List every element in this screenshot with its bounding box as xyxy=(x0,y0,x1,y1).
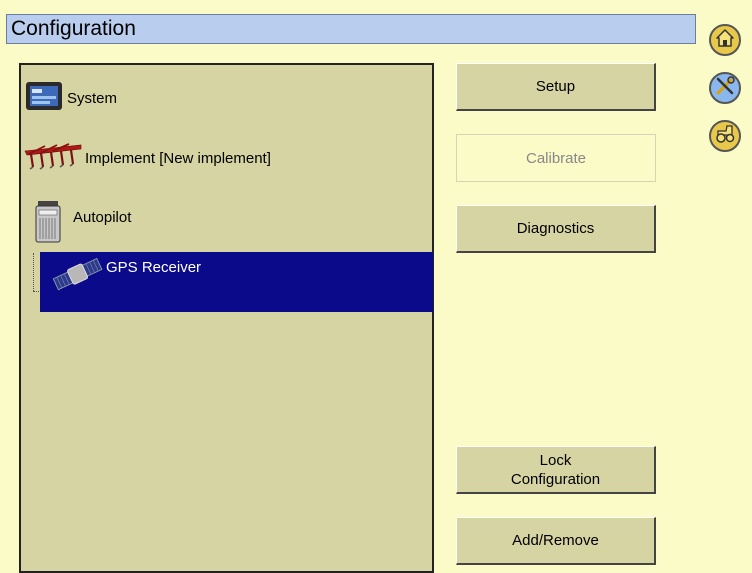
tools-button[interactable] xyxy=(709,72,741,104)
home-icon xyxy=(714,27,736,54)
cultivator-icon xyxy=(21,141,85,175)
diagnostics-button[interactable]: Diagnostics xyxy=(456,205,656,253)
tree-item-implement[interactable]: Implement [New implement] xyxy=(21,143,271,173)
tractor-icon xyxy=(714,123,736,150)
home-button[interactable] xyxy=(709,24,741,56)
tools-icon xyxy=(714,75,736,102)
tree-item-gps-receiver[interactable]: GPS Receiver xyxy=(40,252,433,312)
tree-item-system[interactable]: System xyxy=(21,81,118,115)
tree-item-label: System xyxy=(67,89,118,107)
tree-item-label: GPS Receiver xyxy=(106,258,202,276)
tree-connector xyxy=(33,253,34,291)
tree-item-autopilot[interactable]: Autopilot xyxy=(21,201,132,247)
title-bar: Configuration xyxy=(6,14,696,44)
satellite-icon xyxy=(52,257,104,296)
add-remove-button[interactable]: Add/Remove xyxy=(456,517,656,565)
vehicle-button[interactable] xyxy=(709,120,741,152)
controller-icon xyxy=(35,201,61,247)
lock-configuration-button[interactable]: Lock Configuration xyxy=(456,446,656,494)
tree-item-label: Autopilot xyxy=(73,209,132,226)
setup-button[interactable]: Setup xyxy=(456,63,656,111)
tree-item-label: Implement [New implement] xyxy=(85,149,271,167)
calibrate-button[interactable]: Calibrate xyxy=(456,134,656,182)
page-title: Configuration xyxy=(11,17,136,40)
configuration-tree[interactable]: System Implement [New implement] Autopil… xyxy=(19,63,434,573)
display-icon xyxy=(25,81,63,115)
